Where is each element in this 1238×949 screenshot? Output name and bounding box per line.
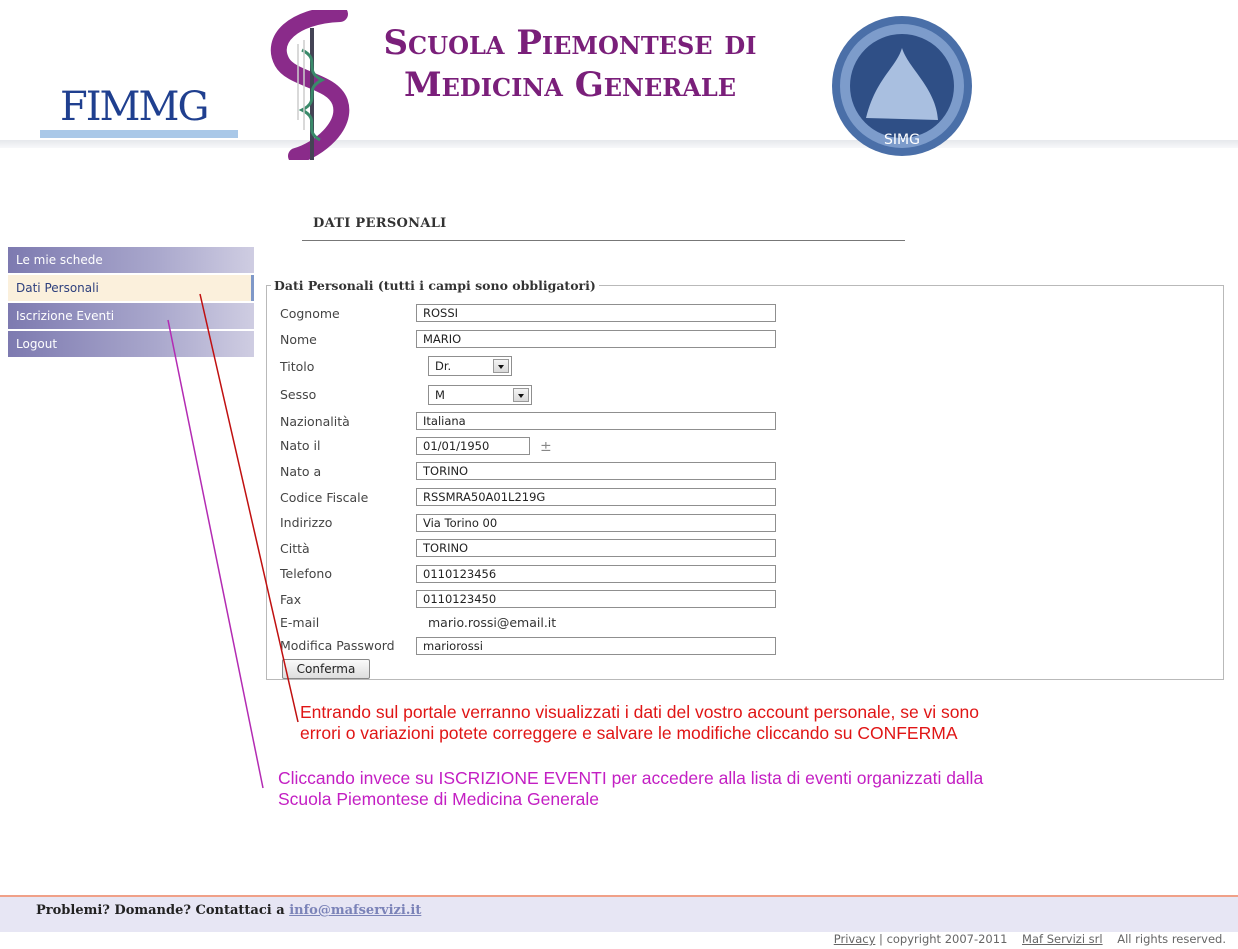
label-fax: Fax <box>280 592 302 607</box>
nato-a-input[interactable] <box>416 462 776 480</box>
cognome-input[interactable] <box>416 304 776 322</box>
sidebar-item-iscrizione-eventi[interactable]: Iscrizione Eventi <box>8 303 254 329</box>
sidebar-menu: Le mie schede Dati Personali Iscrizione … <box>8 247 254 359</box>
label-telefono: Telefono <box>280 566 332 581</box>
footer-email-link[interactable]: info@mafservizi.it <box>289 903 421 918</box>
conferma-button[interactable]: Conferma <box>282 659 370 679</box>
label-indirizzo: Indirizzo <box>280 515 333 530</box>
footer-separator: | <box>879 932 883 946</box>
magenta-annotation-line1: Cliccando invece su ISCRIZIONE EVENTI pe… <box>278 768 984 788</box>
label-citta: Città <box>280 541 310 556</box>
page-title: DATI PERSONALI <box>313 216 447 231</box>
password-input[interactable] <box>416 637 776 655</box>
magenta-annotation-line2: Scuola Piemontese di Medicina Generale <box>278 789 600 809</box>
red-annotation-line2: errori o variazioni potete correggere e … <box>300 723 958 743</box>
label-codice-fiscale: Codice Fiscale <box>280 490 369 505</box>
footer-question: Problemi? Domande? Contattaci a <box>36 903 285 918</box>
fimmg-logo-bar <box>40 130 238 138</box>
sidebar-item-le-mie-schede[interactable]: Le mie schede <box>8 247 254 273</box>
label-nome: Nome <box>280 332 317 347</box>
nazionalita-input[interactable] <box>416 412 776 430</box>
school-title: Scuola Piemontese di Medicina Generale <box>345 22 795 106</box>
privacy-link[interactable]: Privacy <box>834 932 876 946</box>
footer-contact: Problemi? Domande? Contattaci a info@maf… <box>36 903 421 918</box>
sesso-selected-value: M <box>435 388 445 402</box>
red-annotation: Entrando sul portale verranno visualizza… <box>300 702 1220 744</box>
label-cognome: Cognome <box>280 306 340 321</box>
citta-input[interactable] <box>416 539 776 557</box>
simg-seal-logo: SIMG <box>832 16 972 156</box>
nome-input[interactable] <box>416 330 776 348</box>
red-annotation-line1: Entrando sul portale verranno visualizza… <box>300 702 979 722</box>
copyright-text: copyright 2007-2011 <box>886 932 1008 946</box>
magenta-annotation: Cliccando invece su ISCRIZIONE EVENTI pe… <box>278 768 1218 810</box>
chevron-down-icon[interactable] <box>513 388 529 402</box>
rights-text: All rights reserved. <box>1117 932 1226 946</box>
chevron-down-icon[interactable] <box>493 359 509 373</box>
school-title-line1: Scuola Piemontese di <box>383 23 757 63</box>
label-sesso: Sesso <box>280 387 317 402</box>
indirizzo-input[interactable] <box>416 514 776 532</box>
title-underline <box>302 240 905 241</box>
label-titolo: Titolo <box>280 359 315 374</box>
label-nato-a: Nato a <box>280 464 322 479</box>
fimmg-logo: FIMMG <box>12 78 242 168</box>
telefono-input[interactable] <box>416 565 776 583</box>
label-email: E-mail <box>280 615 320 630</box>
sidebar-item-dati-personali[interactable]: Dati Personali <box>8 275 254 301</box>
fax-input[interactable] <box>416 590 776 608</box>
email-value: mario.rossi@email.it <box>428 615 557 630</box>
magenta-arrow-line <box>167 319 264 789</box>
company-link[interactable]: Maf Servizi srl <box>1022 932 1103 946</box>
label-nazionalita: Nazionalità <box>280 414 350 429</box>
label-modifica-password: Modifica Password <box>280 638 395 653</box>
titolo-select[interactable]: Dr. <box>428 356 512 376</box>
nato-il-input[interactable] <box>416 437 530 455</box>
titolo-selected-value: Dr. <box>435 359 452 373</box>
footer-bottom: Privacy | copyright 2007-2011 Maf Serviz… <box>834 932 1226 946</box>
fieldset-legend: Dati Personali (tutti i campi sono obbli… <box>274 278 596 293</box>
school-title-line2: Medicina Generale <box>404 65 736 105</box>
label-nato-il: Nato il <box>280 438 321 453</box>
codice-fiscale-input[interactable] <box>416 488 776 506</box>
sidebar-item-logout[interactable]: Logout <box>8 331 254 357</box>
sesso-select[interactable]: M <box>428 385 532 405</box>
seal-text: SIMG <box>884 132 920 148</box>
fimmg-logo-text: FIMMG <box>60 84 209 130</box>
calendar-icon[interactable]: ± <box>540 439 552 455</box>
